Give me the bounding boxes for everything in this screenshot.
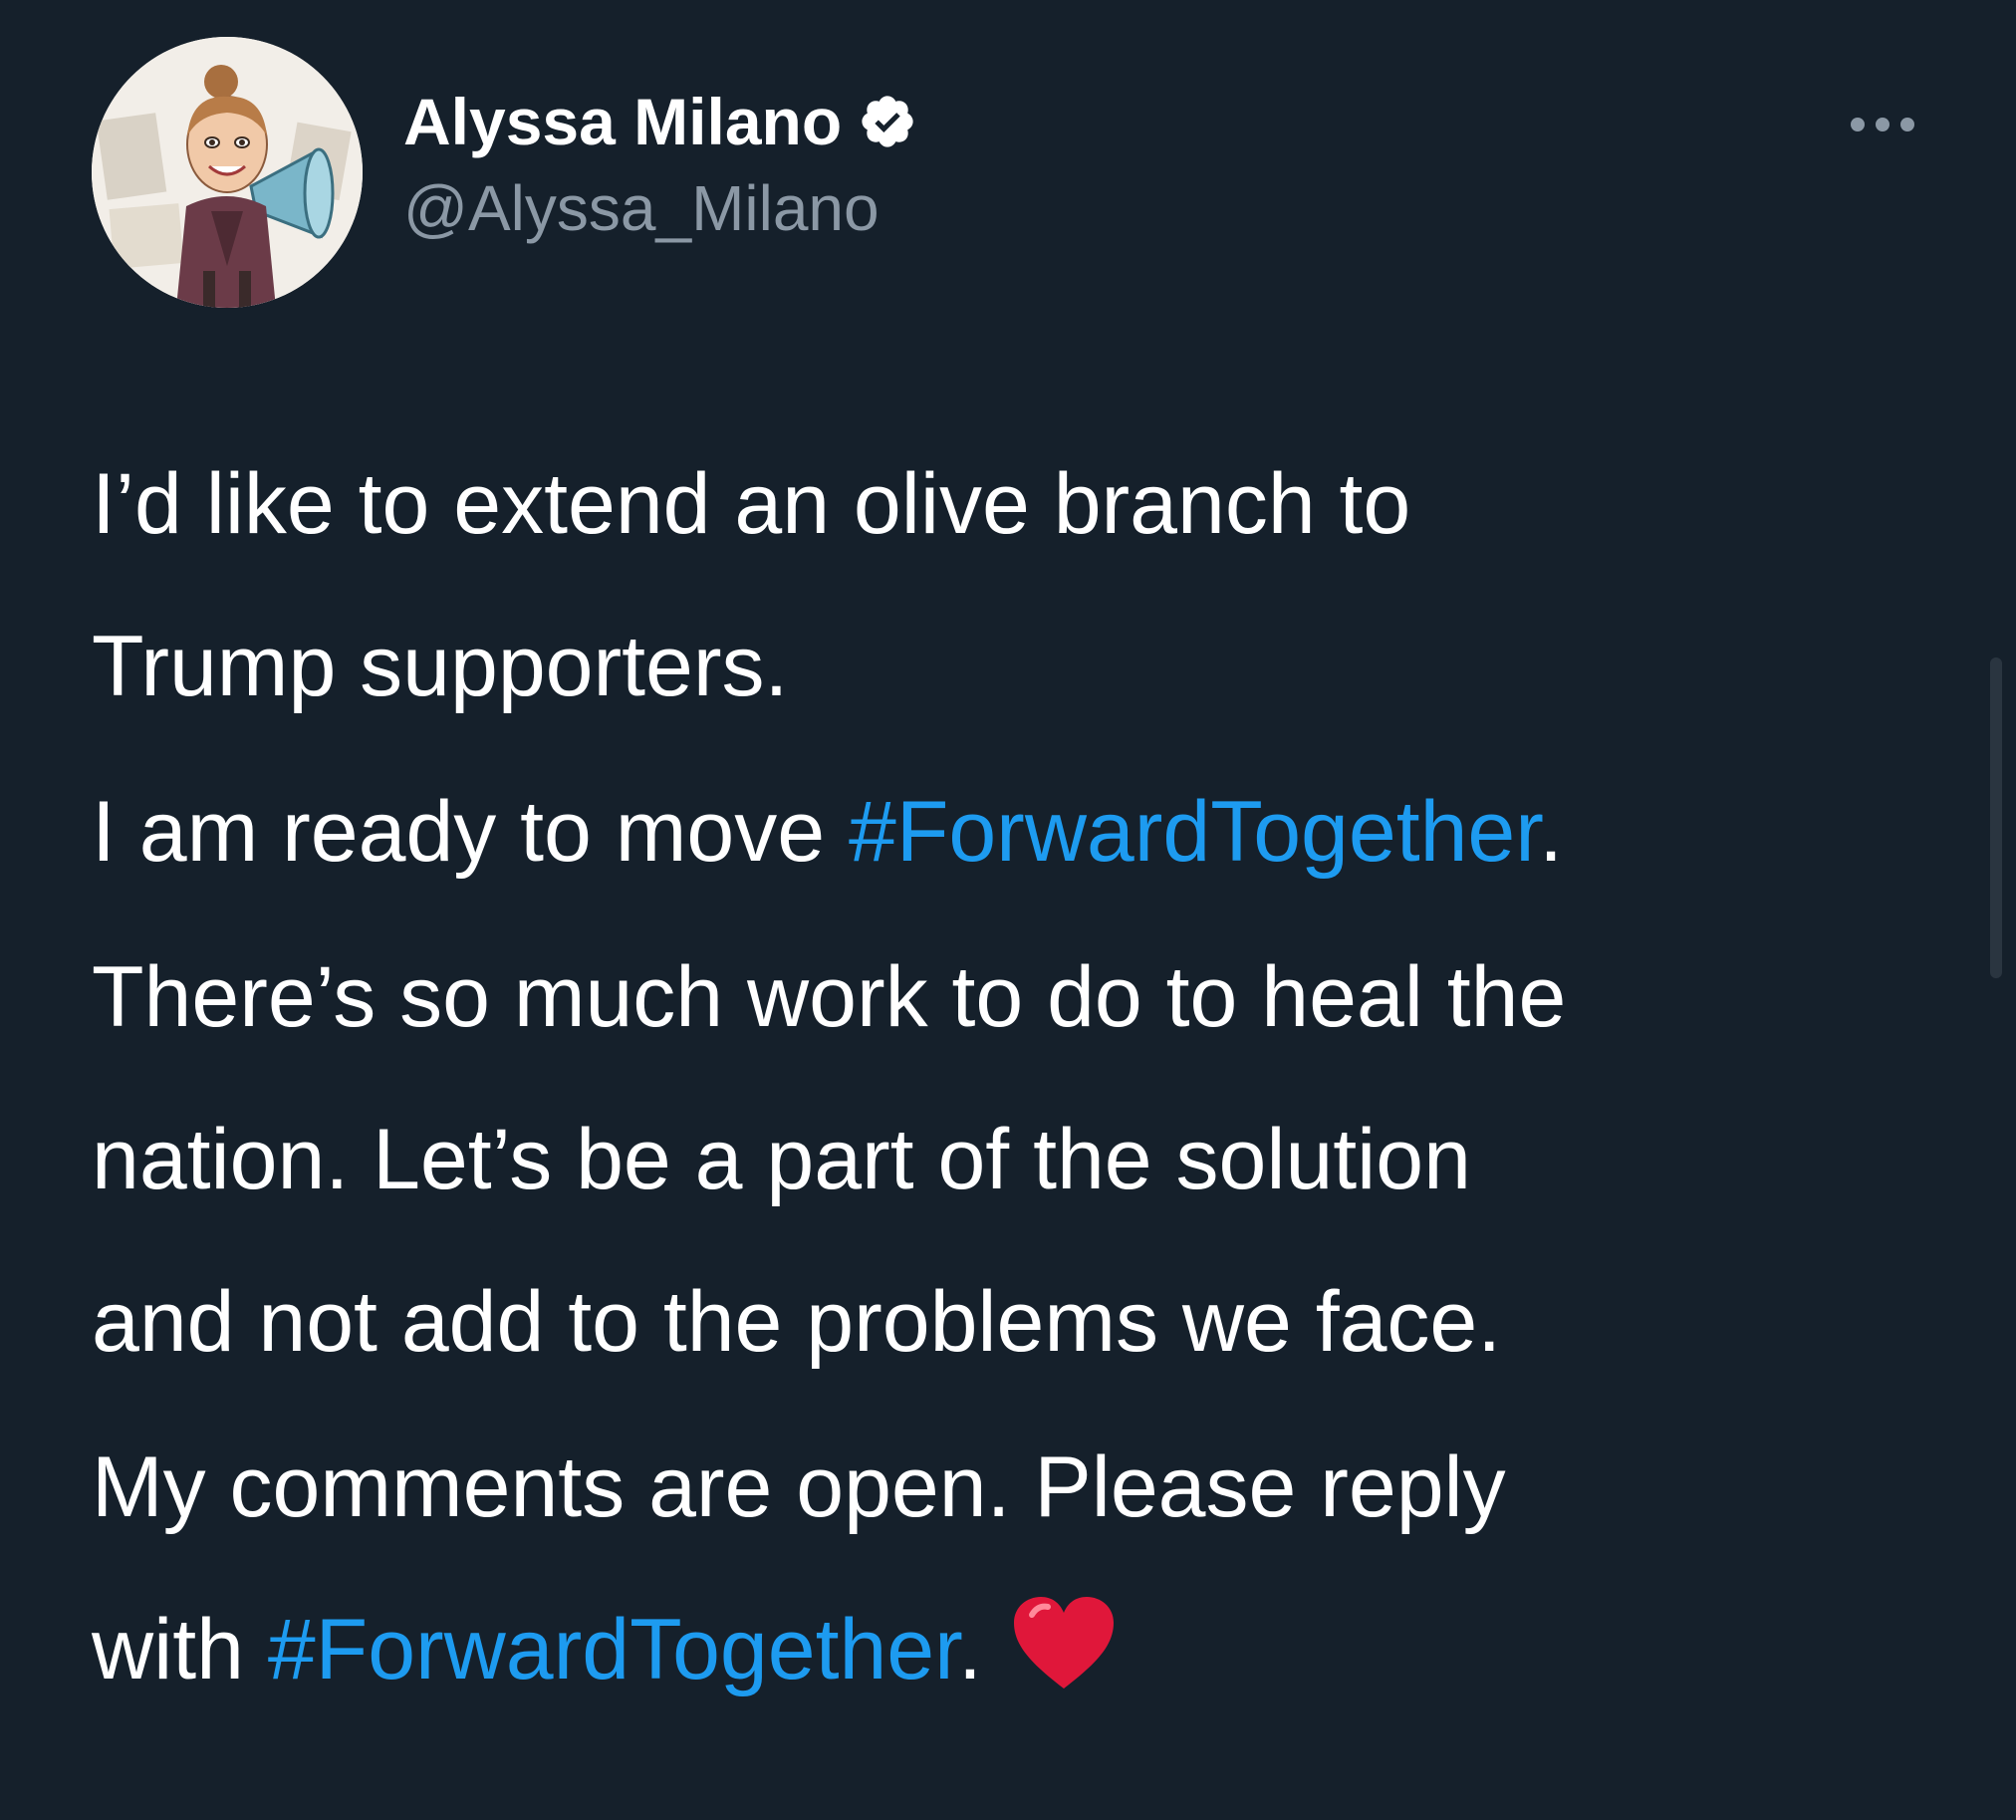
tweet-text: I’d like to extend an olive branch to Tr… <box>92 423 1964 1734</box>
caricature-avatar-icon <box>92 37 363 308</box>
text-segment: . <box>958 1602 982 1697</box>
more-dots-icon <box>1851 118 1914 131</box>
author-handle[interactable]: @Alyssa_Milano <box>403 171 917 245</box>
hashtag-link[interactable]: #ForwardTogether <box>268 1602 958 1697</box>
text-line: There’s so much work to do to heal the <box>92 949 1567 1045</box>
text-line: and not add to the problems we face. <box>92 1274 1502 1370</box>
text-segment: . <box>1539 784 1564 880</box>
tweet-paragraph-1: I’d like to extend an olive branch to Tr… <box>92 423 1964 748</box>
author-name-row: Alyssa Milano <box>403 82 917 161</box>
text-line: Trump supporters. <box>92 619 789 714</box>
text-segment: with <box>92 1602 268 1697</box>
verified-badge-icon <box>858 92 917 151</box>
more-options-button[interactable] <box>1843 100 1922 149</box>
avatar[interactable] <box>92 37 363 308</box>
text-line: nation. Let’s be a part of the solution <box>92 1112 1471 1207</box>
tweet-paragraph-4: My comments are open. Please reply with #… <box>92 1407 1964 1731</box>
display-name[interactable]: Alyssa Milano <box>403 84 842 159</box>
scrollbar-thumb[interactable] <box>1990 657 2002 978</box>
text-line: My comments are open. Please reply <box>92 1439 1506 1535</box>
red-heart-icon <box>1010 1593 1118 1692</box>
tweet-header: Alyssa Milano @Alyssa_Milano <box>403 82 917 245</box>
text-line: I’d like to extend an olive branch to <box>92 456 1411 552</box>
tweet-card: Alyssa Milano @Alyssa_Milano I’d like to… <box>0 0 2016 1820</box>
tweet-paragraph-2: I am ready to move #ForwardTogether. <box>92 751 1964 913</box>
hashtag-link[interactable]: #ForwardTogether <box>849 784 1539 880</box>
tweet-paragraph-3: There’s so much work to do to heal the n… <box>92 916 1964 1404</box>
text-segment: I am ready to move <box>92 784 849 880</box>
